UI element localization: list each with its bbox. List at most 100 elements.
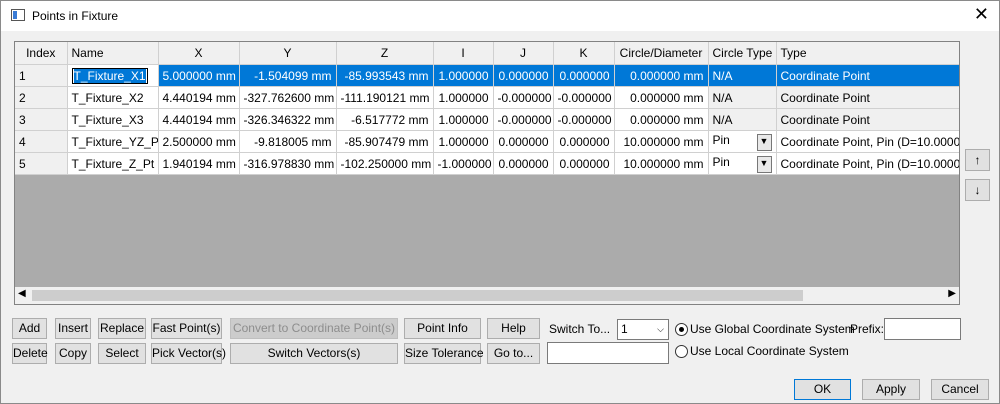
row-name[interactable]: T_Fixture_Z_Pt	[67, 152, 159, 175]
prefix-input[interactable]	[884, 318, 961, 340]
row-circle-type[interactable]: N/A	[708, 64, 777, 87]
select-button[interactable]: Select	[98, 343, 146, 364]
col-header-i[interactable]: I	[433, 42, 494, 65]
row-type[interactable]: Coordinate Point	[776, 86, 959, 109]
global-coordinate-label[interactable]: Use Global Coordinate System	[690, 322, 855, 336]
points-grid[interactable]: Index Name X Y Z I J K Circle/Diameter C…	[14, 41, 960, 305]
replace-button[interactable]: Replace	[98, 318, 146, 339]
copy-button[interactable]: Copy	[55, 343, 91, 364]
row-index[interactable]: 4	[15, 130, 68, 153]
row-type[interactable]: Coordinate Point	[776, 108, 959, 131]
col-header-circle-type[interactable]: Circle Type	[708, 42, 777, 65]
insert-button[interactable]: Insert	[55, 318, 91, 339]
row-x[interactable]: 4.440194 mm	[158, 86, 240, 109]
row-j[interactable]: 0.000000	[493, 152, 554, 175]
row-y[interactable]: -1.504099 mm	[239, 64, 337, 87]
row-k[interactable]: -0.000000	[553, 108, 615, 131]
col-header-circle-diameter[interactable]: Circle/Diameter	[614, 42, 709, 65]
row-type[interactable]: Coordinate Point, Pin (D=10.0000(mm))	[776, 130, 959, 153]
row-name-editor[interactable]: T_Fixture_X1	[67, 64, 159, 87]
local-coordinate-label[interactable]: Use Local Coordinate System	[690, 344, 849, 358]
row-x[interactable]: 4.440194 mm	[158, 108, 240, 131]
ok-button[interactable]: OK	[794, 379, 851, 400]
row-x[interactable]: 2.500000 mm	[158, 130, 240, 153]
col-header-x[interactable]: X	[158, 42, 240, 65]
row-y[interactable]: -326.346322 mm	[239, 108, 337, 131]
col-header-y[interactable]: Y	[239, 42, 337, 65]
row-diameter[interactable]: 0.000000 mm	[614, 86, 709, 109]
row-diameter[interactable]: 10.000000 mm	[614, 130, 709, 153]
row-diameter[interactable]: 0.000000 mm	[614, 64, 709, 87]
close-icon[interactable]: ✕	[974, 5, 989, 23]
row-name[interactable]: T_Fixture_YZ_Pt	[67, 130, 159, 153]
apply-button[interactable]: Apply	[862, 379, 920, 400]
col-header-type[interactable]: Type	[776, 42, 959, 65]
row-z[interactable]: -85.907479 mm	[336, 130, 434, 153]
cancel-button[interactable]: Cancel	[931, 379, 989, 400]
horizontal-scrollbar[interactable]: ◀ ▶	[15, 287, 959, 304]
row-y[interactable]: -316.978830 mm	[239, 152, 337, 175]
table-row[interactable]: 2 T_Fixture_X2 4.440194 mm -327.762600 m…	[15, 86, 959, 109]
global-coordinate-radio[interactable]	[675, 323, 688, 336]
row-z[interactable]: -111.190121 mm	[336, 86, 434, 109]
row-circle-type-dropdown[interactable]: ▼ Pin	[708, 130, 777, 153]
row-circle-type[interactable]: N/A	[708, 86, 777, 109]
pick-vectors-button[interactable]: Pick Vector(s)	[151, 343, 226, 364]
col-header-k[interactable]: K	[553, 42, 615, 65]
delete-button[interactable]: Delete	[12, 343, 48, 364]
row-k[interactable]: 0.000000	[553, 152, 615, 175]
table-row[interactable]: 4 T_Fixture_YZ_Pt 2.500000 mm -9.818005 …	[15, 130, 959, 153]
row-i[interactable]: 1.000000	[433, 130, 494, 153]
chevron-down-icon[interactable]: ▼	[756, 133, 772, 151]
row-k[interactable]: 0.000000	[553, 130, 615, 153]
row-y[interactable]: -327.762600 mm	[239, 86, 337, 109]
row-diameter[interactable]: 0.000000 mm	[614, 108, 709, 131]
row-z[interactable]: -6.517772 mm	[336, 108, 434, 131]
switch-to-select[interactable]: 1 ⌵	[617, 319, 669, 340]
row-j[interactable]: 0.000000	[493, 64, 554, 87]
table-row[interactable]: 1 T_Fixture_X1 5.000000 mm -1.504099 mm …	[15, 64, 959, 87]
row-j[interactable]: 0.000000	[493, 130, 554, 153]
row-i[interactable]: 1.000000	[433, 108, 494, 131]
row-i[interactable]: 1.000000	[433, 64, 494, 87]
row-type[interactable]: Coordinate Point	[776, 64, 959, 87]
row-i[interactable]: 1.000000	[433, 86, 494, 109]
row-circle-type[interactable]: Pin	[713, 133, 730, 147]
scroll-right-icon[interactable]: ▶	[948, 288, 956, 299]
help-button[interactable]: Help	[487, 318, 540, 339]
row-circle-type-dropdown[interactable]: ▼ Pin	[708, 152, 777, 175]
row-name[interactable]: T_Fixture_X1	[73, 68, 146, 83]
table-row[interactable]: 5 T_Fixture_Z_Pt 1.940194 mm -316.978830…	[15, 152, 959, 175]
chevron-down-icon[interactable]: ▼	[756, 155, 772, 173]
scrollbar-thumb[interactable]	[32, 290, 803, 301]
move-up-button[interactable]: ↑	[965, 149, 990, 171]
col-header-z[interactable]: Z	[336, 42, 434, 65]
table-row[interactable]: 3 T_Fixture_X3 4.440194 mm -326.346322 m…	[15, 108, 959, 131]
row-type[interactable]: Coordinate Point, Pin (D=10.0000(mm))	[776, 152, 959, 175]
switch-vectors-button[interactable]: Switch Vectors(s)	[230, 343, 398, 364]
row-index[interactable]: 3	[15, 108, 68, 131]
scroll-left-icon[interactable]: ◀	[18, 288, 26, 299]
row-circle-type[interactable]: Pin	[713, 155, 730, 169]
goto-input[interactable]	[547, 342, 669, 364]
row-j[interactable]: -0.000000	[493, 86, 554, 109]
col-header-j[interactable]: J	[493, 42, 554, 65]
row-name[interactable]: T_Fixture_X3	[67, 108, 159, 131]
col-header-index[interactable]: Index	[15, 42, 68, 65]
row-z[interactable]: -85.993543 mm	[336, 64, 434, 87]
row-index[interactable]: 2	[15, 86, 68, 109]
row-diameter[interactable]: 10.000000 mm	[614, 152, 709, 175]
col-header-name[interactable]: Name	[67, 42, 159, 65]
size-tolerance-button[interactable]: Size Tolerance	[404, 343, 484, 364]
row-j[interactable]: -0.000000	[493, 108, 554, 131]
point-info-button[interactable]: Point Info	[404, 318, 481, 339]
goto-button[interactable]: Go to...	[487, 343, 540, 364]
row-y[interactable]: -9.818005 mm	[239, 130, 337, 153]
row-name[interactable]: T_Fixture_X2	[67, 86, 159, 109]
row-x[interactable]: 1.940194 mm	[158, 152, 240, 175]
row-index[interactable]: 5	[15, 152, 68, 175]
row-circle-type[interactable]: N/A	[708, 108, 777, 131]
fast-points-button[interactable]: Fast Point(s)	[151, 318, 222, 339]
row-z[interactable]: -102.250000 mm	[336, 152, 434, 175]
row-k[interactable]: 0.000000	[553, 64, 615, 87]
